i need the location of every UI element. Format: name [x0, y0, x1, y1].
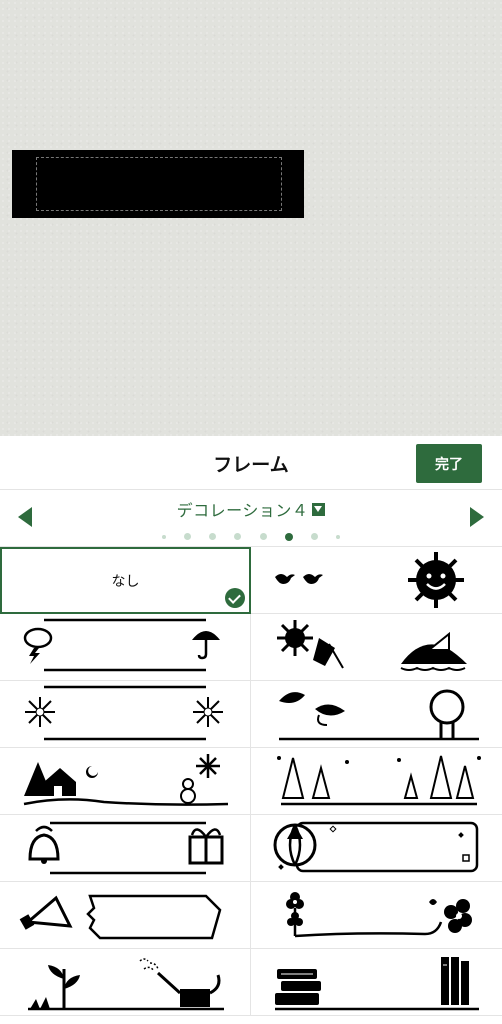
thunder-umbrella-icon: [23, 618, 220, 672]
frame-option-birds-sun[interactable]: [251, 547, 502, 614]
frame-option-beach-ball[interactable]: [251, 815, 502, 882]
page-dot-active: [284, 532, 293, 541]
page-dot: [234, 533, 242, 540]
frame-option-fireworks[interactable]: [0, 681, 251, 748]
bell-gift-icon: [28, 821, 224, 875]
label-preview[interactable]: [12, 150, 304, 218]
next-category-arrow-icon[interactable]: [470, 507, 484, 527]
page-dot: [184, 533, 192, 540]
label-preview-area: [0, 0, 502, 436]
page-dot: [162, 534, 167, 539]
leaves-tree-icon: [279, 689, 479, 741]
panel-header: フレーム 完了: [0, 436, 502, 490]
fireworks-icon: [25, 685, 223, 741]
frame-option-pine-trees[interactable]: [251, 748, 502, 815]
megaphone-icon: [19, 894, 222, 940]
page-dot: [209, 533, 217, 540]
category-dropdown[interactable]: デコレーション４: [0, 497, 502, 521]
frame-panel: フレーム 完了 デコレーション４ なし: [0, 436, 502, 1024]
frame-option-books[interactable]: [251, 949, 502, 1016]
frame-option-flowers[interactable]: [251, 882, 502, 949]
sun-beach-icon: [277, 620, 467, 671]
frame-option-snow-house[interactable]: [0, 748, 251, 815]
pine-trees-icon: [277, 755, 481, 806]
plant-watering-icon: [28, 958, 224, 1011]
frame-option-megaphone[interactable]: [0, 882, 251, 949]
dropdown-icon: [312, 503, 326, 516]
page-dot: [259, 533, 267, 540]
frame-option-thunder-umbrella[interactable]: [0, 614, 251, 681]
flowers-icon: [286, 892, 472, 938]
page-indicator: [0, 526, 502, 541]
check-icon: [225, 588, 245, 608]
frame-option-sun-beach[interactable]: [251, 614, 502, 681]
text-area-outline: [36, 157, 282, 211]
frame-grid: なし: [0, 546, 502, 1016]
done-button[interactable]: 完了: [416, 444, 482, 483]
frame-option-leaves-tree[interactable]: [251, 681, 502, 748]
frame-option-plant-watering[interactable]: [0, 949, 251, 1016]
category-selector: デコレーション４: [0, 490, 502, 546]
frame-none-label: なし: [111, 574, 140, 590]
books-icon: [275, 957, 479, 1011]
category-title: デコレーション４: [176, 501, 309, 520]
frame-option-none[interactable]: なし: [0, 547, 251, 614]
birds-sun-icon: [275, 552, 464, 608]
snow-house-icon: [23, 754, 229, 806]
page-dot: [335, 534, 340, 539]
page-dot: [310, 533, 318, 540]
frame-option-bell-gift[interactable]: [0, 815, 251, 882]
beach-ball-icon: [273, 821, 479, 873]
